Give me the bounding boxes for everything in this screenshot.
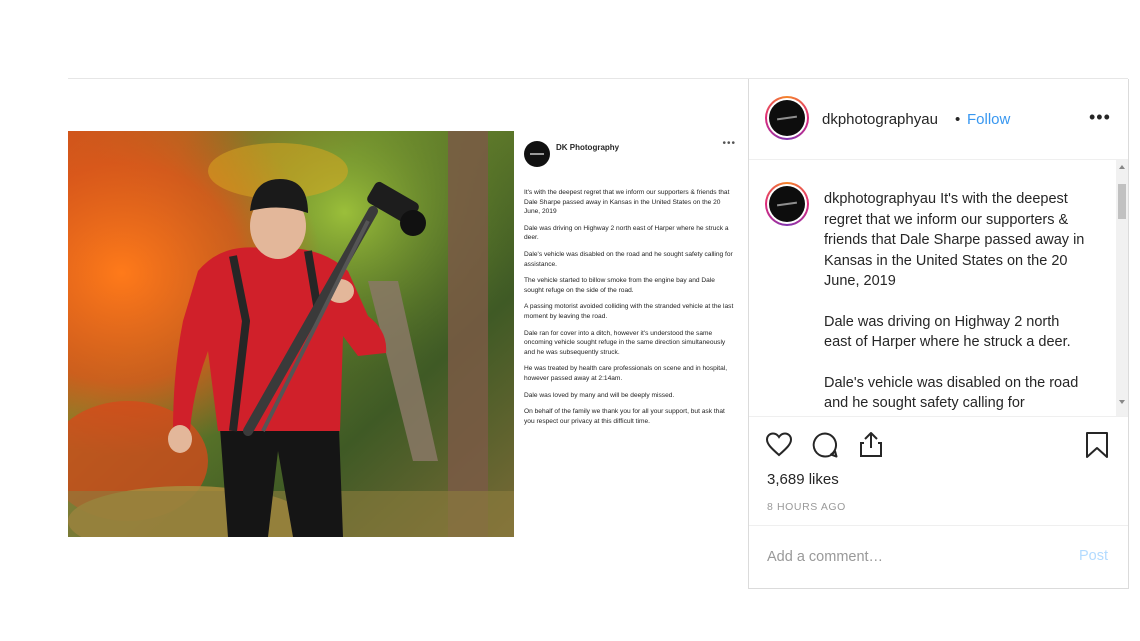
text-post-paragraph: It's with the deepest regret that we inf… [524, 189, 730, 216]
text-post-paragraph: On behalf of the family we thank you for… [524, 408, 725, 425]
photographer-photo [68, 131, 514, 537]
text-post-paragraph: Dale was loved by many and will be deepl… [524, 391, 675, 399]
separator-dot: • [955, 111, 961, 128]
scroll-down-arrow-icon[interactable] [1119, 400, 1125, 404]
text-post-panel: DK Photography ••• It's with the deepest… [514, 131, 746, 537]
text-post-more-icon: ••• [722, 138, 736, 149]
comments-area[interactable]: dkphotographyau It's with the deepest re… [749, 160, 1128, 416]
comment-input[interactable] [767, 546, 1057, 568]
caption-text: dkphotographyau It's with the deepest re… [824, 189, 1089, 416]
header-avatar[interactable] [765, 96, 809, 140]
text-post-author: DK Photography [556, 143, 620, 152]
post-header: dkphotographyau • Follow ••• [749, 79, 1128, 160]
more-options-icon[interactable]: ••• [1089, 107, 1111, 128]
text-post-paragraph: Dale's vehicle was disabled on the road … [524, 250, 733, 268]
bookmark-icon[interactable] [1085, 431, 1109, 459]
scroll-up-arrow-icon[interactable] [1119, 165, 1125, 169]
post-sidebar: dkphotographyau • Follow ••• dkphotograp… [748, 79, 1129, 589]
text-post-paragraph: Dale ran for cover into a ditch, however… [524, 329, 726, 356]
follow-button[interactable]: Follow [967, 111, 1010, 128]
text-post-paragraph: A passing motorist avoided colliding wit… [524, 303, 734, 320]
likes-count[interactable]: 3,689 likes [767, 471, 839, 488]
scroll-thumb[interactable] [1118, 184, 1126, 219]
header-username[interactable]: dkphotographyau [822, 111, 938, 128]
text-post-body: It's with the deepest regret that we inf… [524, 188, 736, 433]
caption-username[interactable]: dkphotographyau [824, 191, 936, 207]
text-post-paragraph: Dale was driving on Highway 2 north east… [524, 224, 729, 242]
caption-paragraph: Dale's vehicle was disabled on the road … [824, 374, 1079, 417]
post-comment-button[interactable]: Post [1079, 548, 1108, 564]
text-post-paragraph: The vehicle started to billow smoke from… [524, 277, 715, 294]
comments-scrollbar[interactable] [1116, 160, 1128, 416]
post-timestamp[interactable]: 8 HOURS AGO [767, 501, 846, 513]
share-icon[interactable] [857, 430, 885, 458]
caption-paragraph: Dale was driving on Highway 2 north east… [824, 313, 1071, 351]
add-comment-section: Post [749, 525, 1128, 589]
caption-avatar[interactable] [765, 182, 809, 226]
heart-icon[interactable] [765, 431, 793, 457]
post-photo [68, 131, 514, 537]
text-post-paragraph: He was treated by health care profession… [524, 365, 728, 382]
comment-icon[interactable] [811, 431, 839, 459]
post-media[interactable]: DK Photography ••• It's with the deepest… [68, 131, 746, 537]
post-actions: 3,689 likes 8 HOURS AGO [749, 416, 1128, 525]
text-post-avatar [524, 141, 550, 167]
